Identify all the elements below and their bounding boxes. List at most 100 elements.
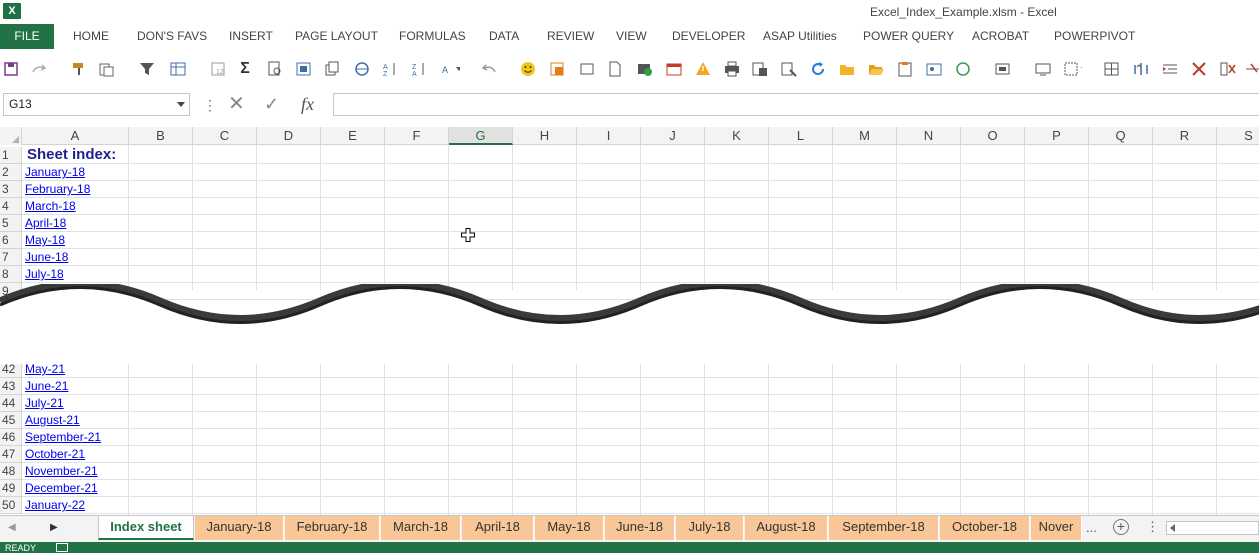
- cancel-formula-button[interactable]: ✕: [228, 94, 245, 114]
- sheet-link[interactable]: December-21: [25, 480, 98, 497]
- row-header[interactable]: 43: [0, 378, 22, 395]
- sheet-tab[interactable]: September-18: [829, 516, 939, 540]
- row-header[interactable]: 48: [0, 463, 22, 480]
- paste-icon[interactable]: [98, 60, 116, 78]
- sheet-tab[interactable]: February-18: [285, 516, 380, 540]
- column-header[interactable]: D: [257, 127, 321, 145]
- split-columns-icon[interactable]: [1132, 60, 1150, 78]
- redo-icon[interactable]: [30, 60, 48, 78]
- column-header[interactable]: K: [705, 127, 769, 145]
- scroll-left-icon[interactable]: [1170, 524, 1175, 532]
- row-header[interactable]: 7: [0, 249, 22, 266]
- sheet-link[interactable]: April-18: [25, 215, 66, 232]
- sheet-link[interactable]: March-18: [25, 198, 76, 215]
- sheet-tab[interactable]: June-18: [605, 516, 675, 540]
- column-header[interactable]: M: [833, 127, 897, 145]
- sheet-link[interactable]: November-21: [25, 463, 98, 480]
- sheet-link[interactable]: October-21: [25, 446, 85, 463]
- sheet-tab[interactable]: April-18: [462, 516, 534, 540]
- insert-sheet-icon[interactable]: [548, 60, 566, 78]
- copy-icon[interactable]: [323, 60, 341, 78]
- column-header[interactable]: H: [513, 127, 577, 145]
- folder-icon[interactable]: [838, 60, 856, 78]
- sheet-link[interactable]: August-21: [25, 412, 80, 429]
- column-header[interactable]: C: [193, 127, 257, 145]
- sheet-link[interactable]: January-18: [25, 164, 85, 181]
- tab-review[interactable]: REVIEW: [547, 24, 594, 49]
- print-settings-icon[interactable]: [751, 60, 769, 78]
- open-folder-icon[interactable]: [867, 60, 885, 78]
- column-header[interactable]: F: [385, 127, 449, 145]
- tab-page-layout[interactable]: PAGE LAYOUT: [295, 24, 378, 49]
- column-header[interactable]: B: [129, 127, 193, 145]
- sheet-link[interactable]: May-18: [25, 232, 65, 249]
- row-header[interactable]: 2: [0, 164, 22, 181]
- sheet-tab[interactable]: July-18: [676, 516, 744, 540]
- sheet-link[interactable]: July-21: [25, 395, 64, 412]
- tab-power-query[interactable]: POWER QUERY: [863, 24, 954, 49]
- row-header[interactable]: 46: [0, 429, 22, 446]
- sheet-link[interactable]: June-21: [25, 378, 68, 395]
- sheet-link[interactable]: July-18: [25, 266, 64, 283]
- group-icon[interactable]: [995, 60, 1013, 78]
- sheet-tab[interactable]: October-18: [940, 516, 1030, 540]
- enter-formula-button[interactable]: ✓: [264, 94, 279, 114]
- tab-options-icon[interactable]: ⋮: [1146, 519, 1159, 535]
- column-header[interactable]: J: [641, 127, 705, 145]
- sheet-tab[interactable]: May-18: [535, 516, 604, 540]
- undo-icon[interactable]: [481, 60, 499, 78]
- column-header[interactable]: I: [577, 127, 641, 145]
- row-header[interactable]: 44: [0, 395, 22, 412]
- smiley-icon[interactable]: [519, 60, 537, 78]
- formula-input[interactable]: [333, 93, 1259, 116]
- row-header[interactable]: 47: [0, 446, 22, 463]
- tab-powerpivot[interactable]: POWERPIVOT: [1054, 24, 1135, 49]
- row-header[interactable]: 5: [0, 215, 22, 232]
- more-tabs-button[interactable]: ...: [1086, 520, 1097, 535]
- row-header[interactable]: 3: [0, 181, 22, 198]
- tab-view[interactable]: VIEW: [616, 24, 647, 49]
- tab-formulas[interactable]: FORMULAS: [399, 24, 466, 49]
- sheet-tab[interactable]: Index sheet: [98, 516, 194, 540]
- sheet-tab[interactable]: August-18: [745, 516, 828, 540]
- column-header[interactable]: Q: [1089, 127, 1153, 145]
- sort-ascending-icon[interactable]: AZ: [382, 60, 400, 78]
- number-format-icon[interactable]: 12: [210, 60, 228, 78]
- scroll-tabs-right-icon[interactable]: ▶: [50, 522, 58, 533]
- spreadsheet-grid[interactable]: ABCDEFGHIJKLMNOPQRS 1 2 January-18 3 Februar…: [0, 127, 1259, 515]
- print-preview-icon[interactable]: [266, 60, 284, 78]
- clear-icon[interactable]: [1190, 60, 1208, 78]
- sheet-link[interactable]: June-18: [25, 249, 68, 266]
- tab-insert[interactable]: INSERT: [229, 24, 273, 49]
- delete-rows-icon[interactable]: [1244, 60, 1259, 78]
- sheet-link[interactable]: January-22: [25, 497, 85, 514]
- column-header[interactable]: P: [1025, 127, 1089, 145]
- row-header[interactable]: 49: [0, 480, 22, 497]
- autosum-icon[interactable]: Σ: [236, 60, 254, 78]
- sheet-link[interactable]: February-18: [25, 181, 90, 198]
- refresh-icon[interactable]: [809, 60, 827, 78]
- column-header[interactable]: S: [1217, 127, 1259, 145]
- tab-acrobat[interactable]: ACROBAT: [972, 24, 1029, 49]
- approve-icon[interactable]: [636, 60, 654, 78]
- sheet-index-title[interactable]: Sheet index:: [27, 145, 116, 165]
- column-header[interactable]: O: [961, 127, 1025, 145]
- column-header[interactable]: G: [449, 127, 513, 145]
- printer-icon[interactable]: [723, 60, 741, 78]
- clipboard-icon[interactable]: [896, 60, 914, 78]
- shape-icon[interactable]: [955, 60, 973, 78]
- format-painter-icon[interactable]: [70, 60, 88, 78]
- contact-card-icon[interactable]: [925, 60, 943, 78]
- filter-icon[interactable]: [138, 60, 156, 78]
- indent-icon[interactable]: [1161, 60, 1179, 78]
- name-box-dropdown-icon[interactable]: [177, 102, 185, 107]
- row-header[interactable]: 50: [0, 497, 22, 514]
- table-format-icon[interactable]: [170, 60, 188, 78]
- macro-record-icon[interactable]: [56, 543, 68, 552]
- all-borders-icon[interactable]: [1103, 60, 1121, 78]
- borders-icon[interactable]: [1064, 60, 1082, 78]
- column-header[interactable]: R: [1153, 127, 1217, 145]
- column-header[interactable]: E: [321, 127, 385, 145]
- column-header[interactable]: A: [22, 127, 129, 145]
- attach-icon[interactable]: [578, 60, 596, 78]
